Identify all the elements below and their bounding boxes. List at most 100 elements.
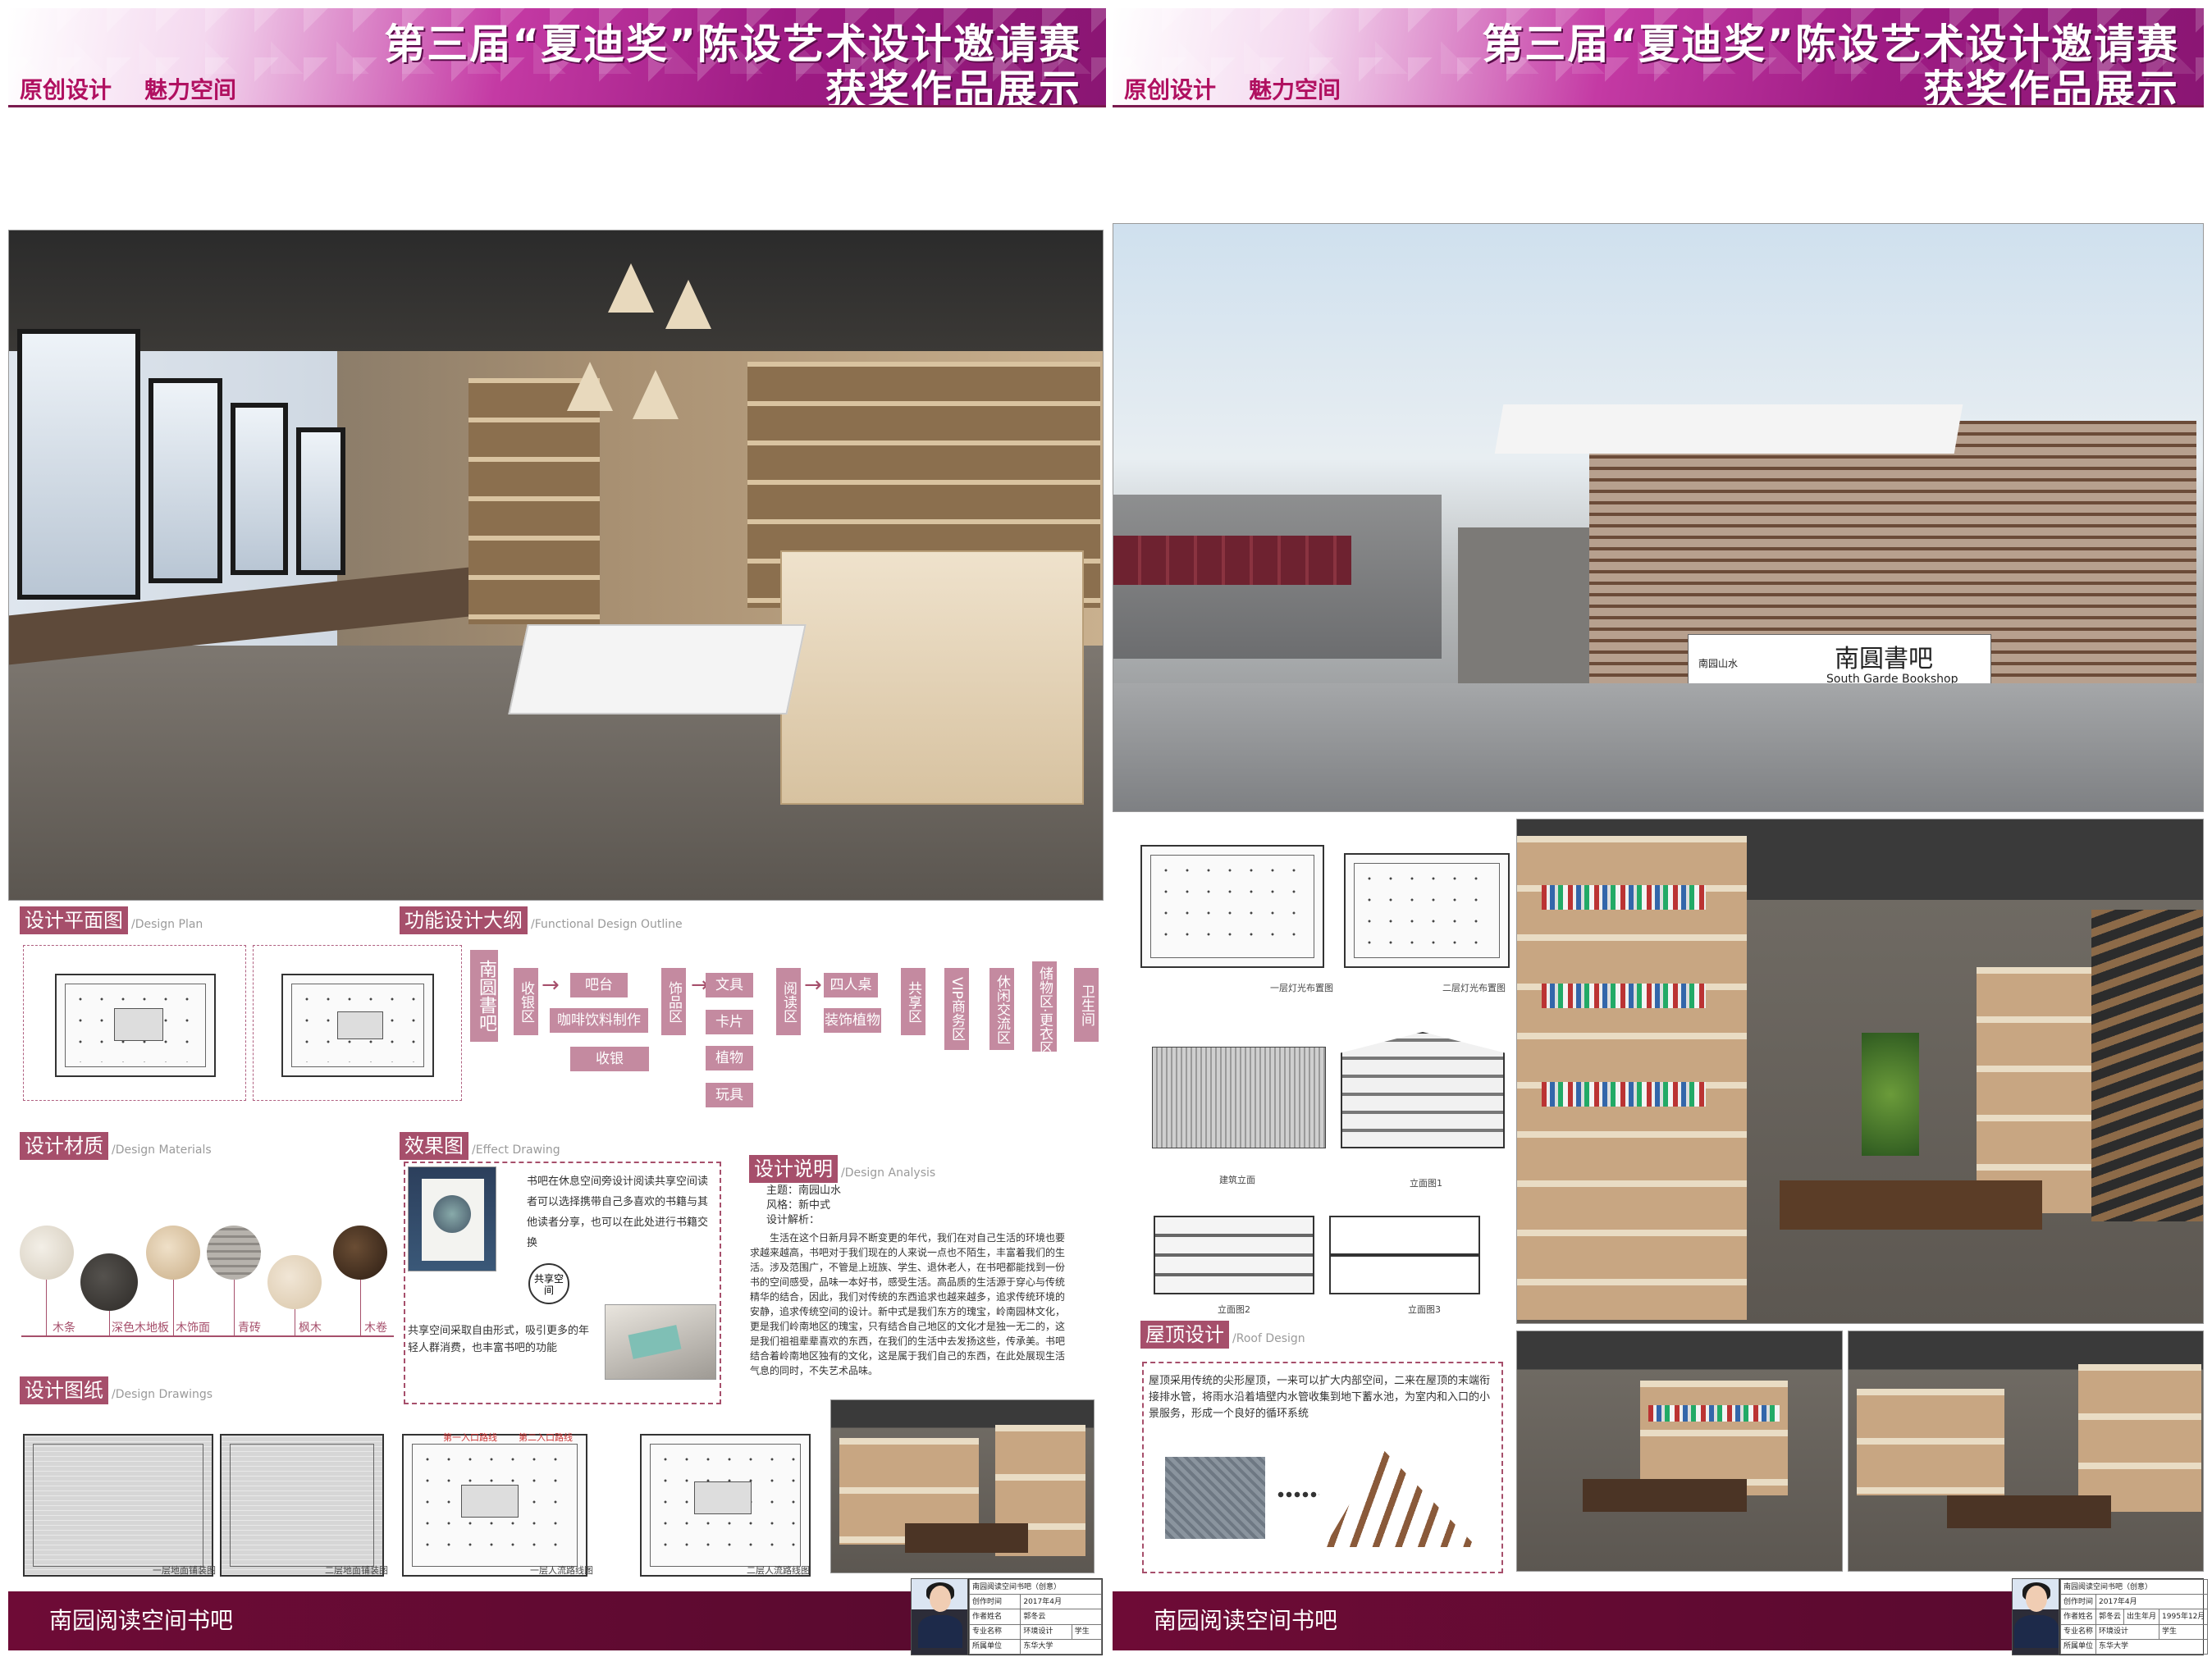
banner-tags: 原创设计 魅力空间 bbox=[20, 72, 269, 105]
item-plant: 植物 bbox=[706, 1046, 753, 1070]
analysis-style: 风格：新中式 bbox=[766, 1199, 831, 1212]
section-materials-cn: 设计材质 bbox=[20, 1132, 108, 1160]
drawing-caption: 建筑立面 bbox=[1219, 1175, 1255, 1185]
drawing-caption: 立面图1 bbox=[1410, 1178, 1442, 1189]
footer-left: 南园阅读空间书吧 bbox=[8, 1591, 911, 1650]
card-name-label: 作者姓名 bbox=[968, 1609, 1021, 1625]
share-bubble: 共享空间 bbox=[528, 1263, 569, 1304]
materials-baseline bbox=[21, 1335, 394, 1337]
plan-top-label: 第二入口路线 bbox=[519, 1432, 573, 1443]
roof-text: 屋顶采用传统的尖形屋顶，一来可以扩大内部空间，二来在屋顶的末端衔接排水管，将雨水… bbox=[1149, 1375, 1491, 1420]
section-analysis-en: /Design Analysis bbox=[841, 1166, 936, 1180]
zone-toilet: 卫生间 bbox=[1074, 968, 1099, 1042]
item-toy: 玩具 bbox=[706, 1083, 753, 1107]
section-roof-cn: 屋顶设计 bbox=[1140, 1321, 1229, 1349]
interior-render-main bbox=[8, 230, 1104, 901]
analysis-label: 设计解析： bbox=[766, 1214, 820, 1226]
zone-storage: 储物区·更衣区 bbox=[1032, 961, 1057, 1054]
drawing-caption: 二层地面铺装图 bbox=[325, 1565, 388, 1576]
card-major-label: 专业名称 bbox=[968, 1623, 1021, 1640]
elevation-3 bbox=[1329, 1216, 1480, 1294]
logo-pill: 南圆書吧 bbox=[470, 950, 498, 1042]
book-cover-image bbox=[408, 1166, 496, 1271]
drawing-caption: 一层人流路线图 bbox=[530, 1565, 593, 1576]
material-tick bbox=[109, 1311, 110, 1335]
material-label: 木条 bbox=[53, 1321, 75, 1335]
author-card-left: 南园阅读空间书吧（创意） 创作时间 2017年4月 作者姓名 郭冬云 专业名称 环境设… bbox=[968, 1578, 1103, 1655]
card-role: 学生 bbox=[2159, 1623, 2209, 1640]
arrow-icon: → bbox=[542, 973, 560, 997]
section-drawings-cn: 设计图纸 bbox=[20, 1376, 108, 1404]
section-roof-en: /Roof Design bbox=[1232, 1332, 1305, 1345]
card-school: 东华大学 bbox=[1020, 1638, 1102, 1655]
section-functional-outline: 功能设计大纲 /Functional Design Outline bbox=[400, 906, 683, 934]
dots-connector bbox=[1277, 1491, 1319, 1498]
interior-render-small-left bbox=[830, 1399, 1095, 1573]
banner-title-line2: 获奖作品展示 bbox=[825, 66, 1081, 105]
card-major: 环境设计 bbox=[2095, 1623, 2160, 1640]
item-deco-plant: 装饰植物 bbox=[824, 1008, 881, 1033]
author-card-right: 南园阅读空间书吧（创意） 创作时间 2017年4月 作者姓名 郭冬云 出生年月 1995… bbox=[2059, 1578, 2209, 1655]
section-function-cn: 功能设计大纲 bbox=[400, 906, 528, 934]
card-title: 南园阅读空间书吧（创意） bbox=[969, 1578, 1102, 1595]
arrow-icon: → bbox=[804, 973, 822, 997]
flow-plan-1 bbox=[402, 1434, 587, 1577]
card-birth: 1995年12月 bbox=[2159, 1609, 2209, 1625]
banner-rule-right bbox=[1113, 105, 2204, 107]
banner-tags: 原创设计 魅力空间 bbox=[1124, 72, 1373, 105]
swatch-wood-roll bbox=[333, 1226, 387, 1280]
effect-text-1: 书吧在休息空间旁设计阅读共享空间读者可以选择携带自己多喜欢的书籍与其他读者分享，… bbox=[527, 1175, 709, 1249]
bookshop-sign: 南园山水 南圓書吧 South Garde Bookshop bbox=[1688, 634, 1991, 690]
footer-right: 南园阅读空间书吧 bbox=[1113, 1591, 2012, 1650]
item-card: 卡片 bbox=[706, 1010, 753, 1034]
material-label: 青砖 bbox=[238, 1321, 261, 1335]
card-role: 学生 bbox=[1071, 1623, 1103, 1640]
drawing-caption: 立面图3 bbox=[1408, 1304, 1441, 1315]
card-date: 2017年4月 bbox=[1020, 1594, 1102, 1610]
banner-title-line2: 获奖作品展示 bbox=[1923, 66, 2179, 105]
item-four-table: 四人桌 bbox=[824, 973, 878, 997]
card-title: 南园阅读空间书吧（创意） bbox=[2059, 1578, 2209, 1595]
sign-side-text: 南园山水 bbox=[1698, 658, 1739, 669]
right-banner: 第三届“夏迪奖”陈设艺术设计邀请赛 获奖作品展示 原创设计 魅力空间 bbox=[1113, 8, 2204, 105]
material-label: 木饰面 bbox=[176, 1321, 210, 1335]
material-tick bbox=[46, 1280, 47, 1335]
section-analysis-cn: 设计说明 bbox=[749, 1155, 838, 1183]
card-date-label: 创作时间 bbox=[968, 1594, 1021, 1610]
card-date: 2017年4月 bbox=[2095, 1594, 2209, 1610]
swatch-wood-strip bbox=[20, 1226, 74, 1280]
zone-leisure: 休闲交流区 bbox=[989, 968, 1014, 1050]
elevation-1 bbox=[1341, 1032, 1505, 1148]
section-plan-en: /Design Plan bbox=[131, 918, 203, 931]
avatar bbox=[2012, 1578, 2059, 1655]
bookshop-render-small-2 bbox=[1848, 1331, 2204, 1572]
swatch-grey-brick bbox=[207, 1226, 261, 1280]
section-design-drawings: 设计图纸 /Design Drawings bbox=[20, 1376, 213, 1404]
zone-reading: 阅读区 bbox=[776, 968, 801, 1035]
material-tick bbox=[360, 1280, 361, 1335]
bookshop-render-main bbox=[1516, 819, 2204, 1324]
flow-plan-2 bbox=[640, 1434, 811, 1577]
section-function-en: /Functional Design Outline bbox=[531, 918, 683, 931]
bookshop-render-small-1 bbox=[1516, 1331, 1843, 1572]
zone-cashier: 收银区 bbox=[514, 968, 538, 1035]
section-effect-cn: 效果图 bbox=[400, 1132, 468, 1160]
section-plan-cn: 设计平面图 bbox=[20, 906, 128, 934]
section-effect-drawing: 效果图 /Effect Drawing bbox=[400, 1132, 560, 1160]
banner-rule-left bbox=[8, 105, 1106, 107]
drawing-caption: 二层人流路线图 bbox=[747, 1565, 810, 1576]
material-label: 枫木 bbox=[299, 1321, 322, 1335]
section-drawings-en: /Design Drawings bbox=[112, 1388, 213, 1401]
zone-vip: VIP商务区 bbox=[944, 968, 969, 1050]
plan-frame-1 bbox=[23, 945, 246, 1101]
banner-tag-original: 原创设计 bbox=[20, 76, 112, 103]
card-date-label: 创作时间 bbox=[2059, 1594, 2097, 1610]
drawing-caption: 一层灯光布置图 bbox=[1270, 983, 1333, 993]
floor-plan-2 bbox=[220, 1434, 384, 1577]
material-tick bbox=[234, 1280, 235, 1335]
section-materials-en: /Design Materials bbox=[112, 1143, 212, 1157]
card-name-label: 作者姓名 bbox=[2059, 1609, 2097, 1625]
lighting-plan-1 bbox=[1140, 845, 1324, 968]
drawing-caption: 立面图2 bbox=[1218, 1304, 1250, 1315]
effect-text-2: 共享空间采取自由形式，吸引更多的年轻人群消费，也丰富书吧的功能 bbox=[408, 1325, 590, 1354]
